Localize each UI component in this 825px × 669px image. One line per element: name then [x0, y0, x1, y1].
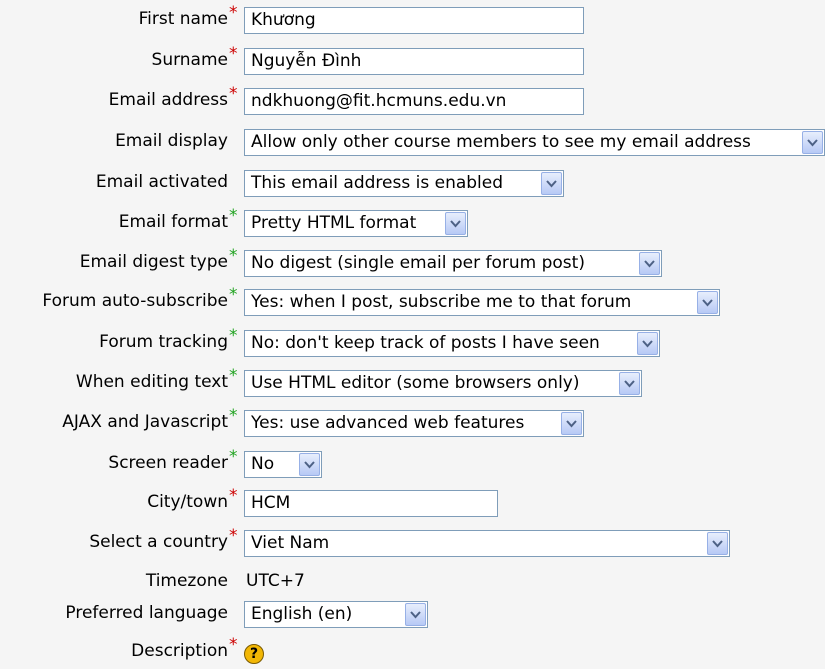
forum-autosubscribe-value: Yes: when I post, subscribe me to that f…: [251, 292, 632, 312]
forum-tracking-label: Forum tracking: [99, 332, 228, 352]
email-display-value: Allow only other course members to see m…: [251, 132, 751, 152]
help-icon[interactable]: ?: [244, 644, 264, 664]
required-marker: *: [229, 3, 238, 23]
required-marker: *: [229, 44, 238, 64]
chevron-down-icon[interactable]: [639, 252, 660, 275]
required-marker: *: [229, 84, 238, 104]
editing-text-value: Use HTML editor (some browsers only): [251, 373, 580, 393]
email-format-label: Email format: [118, 212, 228, 232]
advanced-marker: *: [229, 326, 238, 346]
timezone-row: Timezone UTC+7: [0, 569, 825, 599]
first-name-label: First name: [138, 9, 228, 29]
email-display-label: Email display: [115, 131, 228, 151]
email-display-select[interactable]: Allow only other course members to see m…: [244, 129, 825, 156]
city-row: City/town * HCM: [0, 486, 825, 520]
language-row: Preferred language English (en): [0, 601, 825, 631]
chevron-down-icon[interactable]: [541, 172, 562, 195]
chevron-down-icon[interactable]: [697, 291, 718, 314]
screen-reader-row: Screen reader * No: [0, 447, 825, 481]
advanced-marker: *: [229, 246, 238, 266]
editing-text-label: When editing text: [75, 372, 228, 392]
ajax-value: Yes: use advanced web features: [251, 413, 525, 433]
city-input[interactable]: HCM: [244, 490, 498, 517]
surname-row: Surname * Nguyễn Đình: [0, 44, 825, 78]
forum-tracking-row: Forum tracking * No: don't keep track of…: [0, 326, 825, 360]
email-format-value: Pretty HTML format: [251, 213, 417, 233]
email-activated-select[interactable]: This email address is enabled: [244, 170, 564, 197]
country-label: Select a country: [89, 532, 228, 552]
timezone-value: UTC+7: [246, 571, 305, 591]
timezone-label: Timezone: [145, 571, 228, 591]
advanced-marker: *: [229, 285, 238, 305]
email-digest-label: Email digest type: [79, 252, 228, 272]
chevron-down-icon[interactable]: [707, 532, 728, 555]
forum-tracking-value: No: don't keep track of posts I have see…: [251, 333, 600, 353]
first-name-row: First name * Khương: [0, 3, 825, 37]
country-value: Viet Nam: [251, 533, 330, 553]
email-activated-row: Email activated This email address is en…: [0, 170, 825, 200]
chevron-down-icon[interactable]: [561, 412, 582, 435]
required-marker: *: [229, 635, 238, 655]
chevron-down-icon[interactable]: [445, 212, 466, 235]
country-select[interactable]: Viet Nam: [244, 530, 730, 557]
forum-autosubscribe-select[interactable]: Yes: when I post, subscribe me to that f…: [244, 289, 720, 316]
email-display-row: Email display Allow only other course me…: [0, 129, 825, 159]
editing-text-row: When editing text * Use HTML editor (som…: [0, 366, 825, 400]
description-row: Description * ?: [0, 635, 825, 669]
forum-autosubscribe-row: Forum auto-subscribe * Yes: when I post,…: [0, 285, 825, 319]
email-input[interactable]: ndkhuong@fit.hcmuns.edu.vn: [244, 88, 584, 115]
screen-reader-value: No: [251, 454, 275, 474]
required-marker: *: [229, 486, 238, 506]
email-digest-row: Email digest type * No digest (single em…: [0, 246, 825, 280]
advanced-marker: *: [229, 206, 238, 226]
chevron-down-icon[interactable]: [619, 372, 640, 395]
email-digest-select[interactable]: No digest (single email per forum post): [244, 250, 662, 277]
editing-text-select[interactable]: Use HTML editor (some browsers only): [244, 370, 642, 397]
language-label: Preferred language: [65, 603, 228, 623]
required-marker: *: [229, 526, 238, 546]
language-value: English (en): [251, 604, 353, 624]
email-label: Email address: [108, 90, 228, 110]
advanced-marker: *: [229, 366, 238, 386]
email-format-select[interactable]: Pretty HTML format: [244, 210, 468, 237]
forum-tracking-select[interactable]: No: don't keep track of posts I have see…: [244, 330, 660, 357]
ajax-label: AJAX and Javascript: [62, 412, 228, 432]
ajax-row: AJAX and Javascript * Yes: use advanced …: [0, 406, 825, 440]
email-activated-label: Email activated: [95, 172, 228, 192]
country-row: Select a country * Viet Nam: [0, 526, 825, 560]
email-digest-value: No digest (single email per forum post): [251, 253, 585, 273]
ajax-select[interactable]: Yes: use advanced web features: [244, 410, 584, 437]
chevron-down-icon[interactable]: [299, 453, 320, 476]
first-name-input[interactable]: Khương: [244, 7, 584, 34]
surname-input[interactable]: Nguyễn Đình: [244, 48, 584, 75]
language-select[interactable]: English (en): [244, 601, 428, 628]
advanced-marker: *: [229, 447, 238, 467]
city-label: City/town: [147, 492, 228, 512]
chevron-down-icon[interactable]: [637, 332, 658, 355]
chevron-down-icon[interactable]: [405, 603, 426, 626]
email-format-row: Email format * Pretty HTML format: [0, 206, 825, 240]
screen-reader-label: Screen reader: [108, 453, 228, 473]
email-row: Email address * ndkhuong@fit.hcmuns.edu.…: [0, 84, 825, 118]
description-label: Description: [131, 641, 228, 661]
forum-autosubscribe-label: Forum auto-subscribe: [42, 291, 228, 311]
advanced-marker: *: [229, 406, 238, 426]
screen-reader-select[interactable]: No: [244, 451, 322, 478]
surname-label: Surname: [151, 50, 228, 70]
email-activated-value: This email address is enabled: [251, 173, 504, 193]
chevron-down-icon[interactable]: [802, 131, 823, 154]
